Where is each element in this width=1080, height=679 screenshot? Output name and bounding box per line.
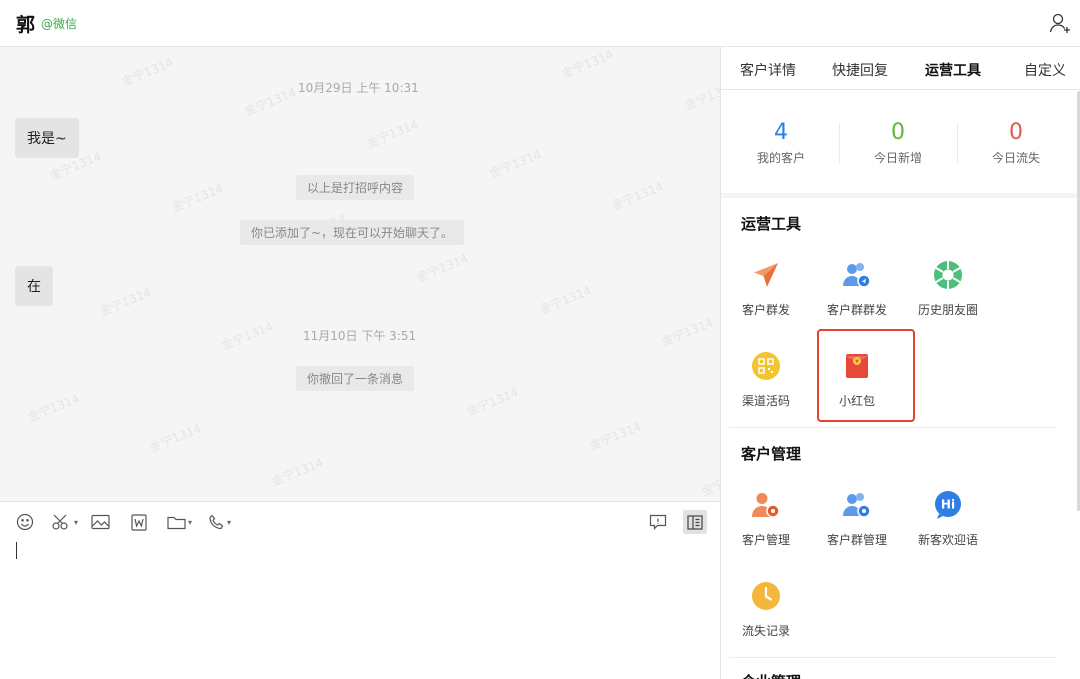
tool-label: 流失记录 xyxy=(741,624,790,638)
section-title-operation-tools: 运营工具 xyxy=(741,215,802,233)
group-send-icon xyxy=(840,258,874,292)
watermark: 金宁1314 xyxy=(119,55,176,89)
phone-icon[interactable]: ▾ xyxy=(208,512,231,532)
contact-name: 郭 xyxy=(16,14,36,36)
system-message: 你撤回了一条消息 xyxy=(296,366,415,391)
tool-label: 新客欢迎语 xyxy=(917,533,978,547)
tool-history-moments[interactable]: 历史朋友圈 xyxy=(903,258,993,318)
group-gear-icon xyxy=(840,488,874,522)
message-composer[interactable]: ▾ ▾ ▾ xyxy=(0,501,720,679)
divider xyxy=(957,123,958,163)
watermark: 金宁1314 xyxy=(242,85,299,119)
tool-label: 客户群发 xyxy=(741,303,790,317)
divider xyxy=(729,657,1057,658)
chat-feedback-icon[interactable] xyxy=(649,512,667,532)
panel-tabs: 客户详情 快捷回复 运营工具 自定义 xyxy=(721,47,1080,90)
message-timestamp: 10月29日 上午 10:31 xyxy=(298,81,419,95)
message-bubble[interactable]: 在 xyxy=(15,266,53,306)
tab-customer-details[interactable]: 客户详情 xyxy=(740,60,796,80)
chat-messages-area[interactable]: 金宁1314 金宁1314 金宁1314 金宁1314 金宁1314 金宁131… xyxy=(0,47,720,501)
image-icon[interactable] xyxy=(91,512,110,532)
watermark: 金宁1314 xyxy=(487,147,544,181)
highlight-box xyxy=(817,329,915,422)
tool-customer-mass-send[interactable]: 客户群发 xyxy=(721,258,811,318)
paper-plane-icon xyxy=(749,258,783,292)
watermark: 金宁1314 xyxy=(587,419,644,453)
word-file-icon[interactable] xyxy=(131,512,147,532)
tool-customer-management[interactable]: 客户管理 xyxy=(721,488,811,548)
message-bubble[interactable]: 我是~ xyxy=(15,118,79,158)
hi-bubble-icon: Hi xyxy=(931,488,965,522)
watermark: 金宁1314 xyxy=(682,79,720,113)
watermark: 金宁1314 xyxy=(97,285,154,319)
tool-label: 客户群管理 xyxy=(826,533,887,547)
watermark: 金宁1314 xyxy=(25,391,82,425)
system-message: 以上是打招呼内容 xyxy=(296,175,415,200)
moments-shutter-icon xyxy=(931,258,965,292)
watermark: 金宁1314 xyxy=(147,421,204,455)
chevron-down-icon: ▾ xyxy=(74,517,79,527)
divider xyxy=(729,427,1057,428)
tool-welcome-message[interactable]: Hi 新客欢迎语 xyxy=(903,488,993,548)
stat-value: 4 xyxy=(774,120,788,145)
emoji-icon[interactable] xyxy=(16,512,34,532)
watermark: 金宁1314 xyxy=(559,47,616,81)
tool-label: 客户群群发 xyxy=(826,303,887,317)
svg-text:Hi: Hi xyxy=(941,498,955,512)
stat-value: 0 xyxy=(1009,120,1023,145)
user-gear-icon xyxy=(749,488,783,522)
text-cursor xyxy=(16,542,17,559)
section-separator xyxy=(721,193,1077,198)
tab-quick-reply[interactable]: 快捷回复 xyxy=(832,60,888,80)
watermark: 金宁1314 xyxy=(269,455,326,489)
watermark: 金宁1314 xyxy=(364,117,421,151)
divider xyxy=(839,123,840,163)
stat-label: 今日新增 xyxy=(873,151,922,165)
watermark: 金宁1314 xyxy=(464,385,521,419)
contact-source-badge: @微信 xyxy=(41,17,78,31)
qrcode-icon xyxy=(749,349,783,383)
tool-channel-qrcode[interactable]: 渠道活码 xyxy=(721,349,811,409)
watermark: 金宁1314 xyxy=(699,465,720,499)
tab-operation-tools[interactable]: 运营工具 xyxy=(925,60,981,80)
system-message: 你已添加了~，现在可以开始聊天了。 xyxy=(240,220,465,245)
tool-group-management[interactable]: 客户群管理 xyxy=(812,488,902,548)
chevron-down-icon: ▾ xyxy=(227,517,232,527)
stat-label: 我的客户 xyxy=(756,151,805,165)
tool-label: 客户管理 xyxy=(741,533,790,547)
add-member-icon[interactable] xyxy=(1048,11,1072,35)
chat-header: 郭 @微信 xyxy=(0,0,1080,47)
tool-churn-records[interactable]: 流失记录 xyxy=(721,579,811,639)
watermark: 金宁1314 xyxy=(609,179,666,213)
watermark: 金宁1314 xyxy=(169,181,226,215)
stat-new-today[interactable]: 0 今日新增 xyxy=(838,120,958,166)
tool-group-mass-send[interactable]: 客户群群发 xyxy=(812,258,902,318)
customer-stats: 4 我的客户 0 今日新增 0 今日流失 xyxy=(721,90,1077,193)
watermark: 金宁1314 xyxy=(537,283,594,317)
tool-label: 历史朋友圈 xyxy=(917,303,978,317)
watermark: 金宁1314 xyxy=(219,319,276,353)
stat-value: 0 xyxy=(891,120,905,145)
stat-my-customers[interactable]: 4 我的客户 xyxy=(721,120,841,166)
folder-icon[interactable]: ▾ xyxy=(167,512,192,532)
message-timestamp: 11月10日 下午 3:51 xyxy=(303,329,417,343)
stat-lost-today[interactable]: 0 今日流失 xyxy=(956,120,1076,166)
watermark: 金宁1314 xyxy=(414,251,471,285)
chevron-down-icon: ▾ xyxy=(188,517,193,527)
tool-label: 渠道活码 xyxy=(741,394,790,408)
tab-custom[interactable]: 自定义 xyxy=(1024,60,1066,80)
side-panel-toggle-icon[interactable] xyxy=(683,510,707,534)
section-title-customer-management: 客户管理 xyxy=(741,445,802,463)
clock-icon xyxy=(749,579,783,613)
stat-label: 今日流失 xyxy=(991,151,1040,165)
customer-side-panel: 客户详情 快捷回复 运营工具 自定义 4 我的客户 0 今日新增 0 今日流失 … xyxy=(720,47,1080,679)
section-title-enterprise-management: 企业管理 xyxy=(741,671,801,679)
watermark: 金宁1314 xyxy=(659,315,716,349)
scissors-icon[interactable]: ▾ xyxy=(52,512,78,532)
